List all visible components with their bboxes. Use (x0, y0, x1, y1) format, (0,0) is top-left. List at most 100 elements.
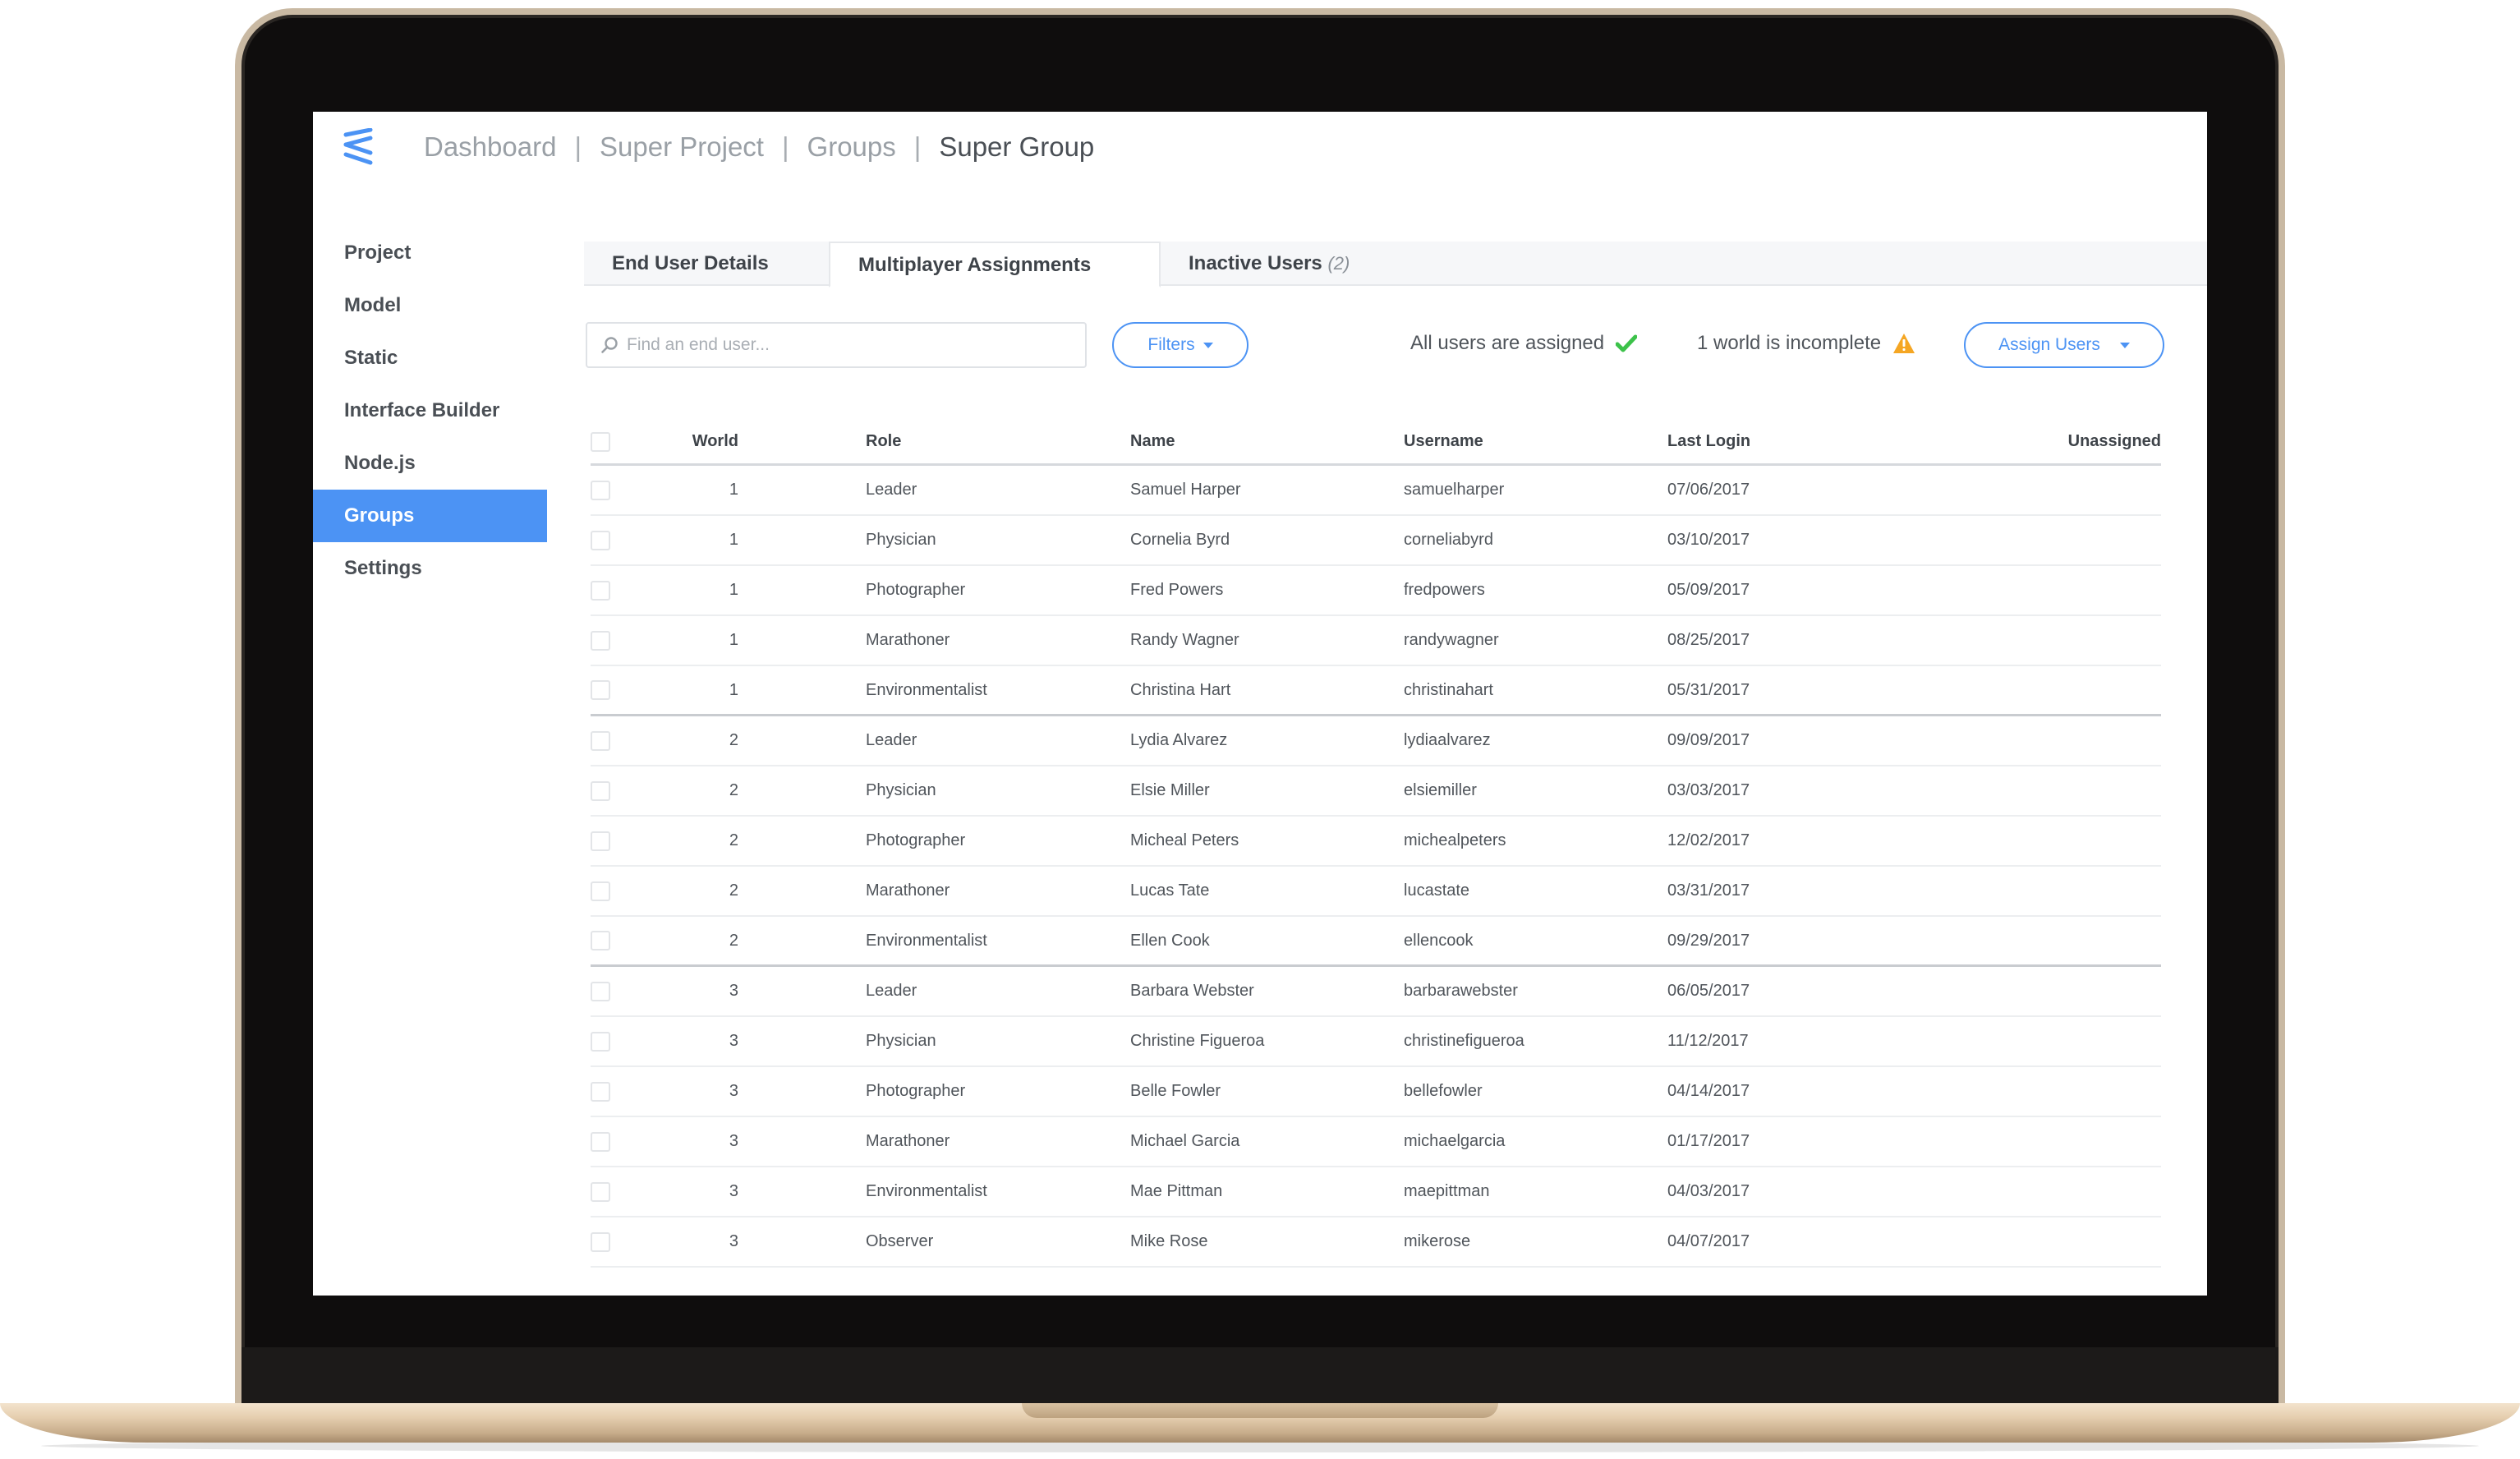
sidebar-item-model[interactable]: Model (313, 279, 547, 332)
tab-multiplayer-assignments[interactable]: Multiplayer Assignments (829, 242, 1161, 288)
row-checkbox[interactable] (591, 780, 610, 801)
cell-username: randywagner (1404, 631, 1499, 649)
column-header-role[interactable]: Role (866, 420, 901, 463)
table-row[interactable]: 3 Marathoner Michael Garcia michaelgarcia 01… (591, 1117, 2161, 1167)
sidebar: Project Model Static Interface Builder N… (313, 227, 547, 595)
cell-role: Marathoner (866, 1132, 950, 1150)
cell-role: Leader (866, 731, 917, 749)
sidebar-item-groups[interactable]: Groups (313, 490, 547, 542)
row-checkbox-cell (591, 766, 610, 815)
column-header-last-login[interactable]: Last Login (1667, 420, 1750, 463)
cell-world: 2 (729, 781, 738, 799)
row-checkbox[interactable] (591, 630, 610, 651)
column-header-username[interactable]: Username (1404, 420, 1483, 463)
row-checkbox[interactable] (591, 580, 610, 601)
cell-username: samuelharper (1404, 481, 1505, 499)
search-input[interactable] (627, 335, 1070, 355)
cell-role: Photographer (866, 1082, 966, 1100)
sidebar-item-nodejs[interactable]: Node.js (313, 437, 547, 490)
cell-name: Lydia Alvarez (1130, 731, 1228, 749)
cell-name: Mae Pittman (1130, 1182, 1223, 1200)
cell-name: Micheal Peters (1130, 831, 1239, 849)
cell-name: Fred Powers (1130, 581, 1224, 599)
cell-username: barbarawebster (1404, 982, 1518, 1000)
cell-role: Marathoner (866, 881, 950, 900)
cell-last-login: 06/05/2017 (1667, 982, 1750, 1000)
row-checkbox-cell (591, 967, 610, 1015)
row-checkbox[interactable] (591, 680, 610, 700)
row-checkbox[interactable] (591, 530, 610, 550)
cell-role: Photographer (866, 581, 966, 599)
row-checkbox-cell (591, 1117, 610, 1166)
column-header-world[interactable]: World (664, 420, 738, 463)
row-checkbox[interactable] (591, 1031, 610, 1052)
table-row[interactable]: 1 Environmentalist Christina Hart christina… (591, 666, 2161, 716)
breadcrumb-dashboard[interactable]: Dashboard (424, 131, 556, 163)
table-row[interactable]: 2 Photographer Micheal Peters michealpeters… (591, 817, 2161, 867)
row-checkbox[interactable] (591, 1181, 610, 1202)
tab-label: End User Details (612, 252, 769, 274)
cell-name: Lucas Tate (1130, 881, 1210, 900)
table-row[interactable]: 3 Environmentalist Mae Pittman maepittman 04… (591, 1167, 2161, 1217)
sidebar-item-static[interactable]: Static (313, 332, 547, 384)
row-checkbox[interactable] (591, 480, 610, 500)
row-checkbox[interactable] (591, 1081, 610, 1102)
table-row[interactable]: 1 Marathoner Randy Wagner randywagner 08/25/… (591, 616, 2161, 666)
table-row[interactable]: 3 Leader Barbara Webster barbarawebster 06/0… (591, 967, 2161, 1017)
top-bar: Dashboard | Super Project | Groups | Sup… (313, 112, 2207, 202)
filters-button[interactable]: Filters (1112, 322, 1249, 368)
breadcrumb-groups[interactable]: Groups (807, 131, 896, 163)
sidebar-item-settings[interactable]: Settings (313, 542, 547, 595)
row-checkbox-cell (591, 1217, 610, 1266)
table-row[interactable]: 2 Leader Lydia Alvarez lydiaalvarez 09/09/20… (591, 716, 2161, 766)
row-checkbox[interactable] (591, 981, 610, 1001)
row-checkbox-cell (591, 716, 610, 765)
row-checkbox-cell (591, 566, 610, 614)
table-row[interactable]: 1 Photographer Fred Powers fredpowers 05/09/… (591, 566, 2161, 616)
row-checkbox[interactable] (591, 931, 610, 950)
table-row[interactable]: 2 Physician Elsie Miller elsiemiller 03/03/2… (591, 766, 2161, 817)
cell-world: 1 (729, 531, 738, 549)
row-checkbox[interactable] (591, 831, 610, 851)
cell-world: 3 (729, 1232, 738, 1250)
breadcrumb-separator: | (913, 131, 922, 162)
row-checkbox[interactable] (591, 730, 610, 751)
cell-last-login: 12/02/2017 (1667, 831, 1750, 849)
table-row[interactable]: 1 Leader Samuel Harper samuelharper 07/06/20… (591, 466, 2161, 516)
tab-inactive-users[interactable]: Inactive Users (2) (1189, 242, 1350, 286)
row-checkbox-cell (591, 616, 610, 665)
table-row[interactable]: 1 Physician Cornelia Byrd corneliabyrd 03/10… (591, 516, 2161, 566)
select-all-checkbox[interactable] (591, 431, 610, 452)
search-box[interactable] (586, 322, 1087, 368)
row-checkbox-cell (591, 1017, 610, 1065)
sidebar-item-project[interactable]: Project (313, 227, 547, 279)
sidebar-item-interface-builder[interactable]: Interface Builder (313, 384, 547, 437)
row-checkbox[interactable] (591, 1231, 610, 1252)
cell-name: Christine Figueroa (1130, 1032, 1265, 1050)
breadcrumb-separator: | (781, 131, 789, 162)
cell-last-login: 05/31/2017 (1667, 680, 1750, 699)
cell-world: 1 (729, 581, 738, 599)
cell-world: 1 (729, 631, 738, 649)
column-header-unassigned[interactable]: Unassigned (2068, 420, 2161, 463)
tab-end-user-details[interactable]: End User Details (612, 242, 769, 286)
table-row[interactable]: 3 Physician Christine Figueroa christinefig… (591, 1017, 2161, 1067)
tab-bar: End User Details Multiplayer Assignments… (584, 242, 2207, 288)
cell-username: fredpowers (1404, 581, 1485, 599)
column-header-name[interactable]: Name (1130, 420, 1175, 463)
table-row[interactable]: 3 Observer Mike Rose mikerose 04/07/2017 (591, 1217, 2161, 1268)
app-logo-icon[interactable] (343, 128, 375, 168)
cell-username: christinefigueroa (1404, 1032, 1524, 1050)
breadcrumb-super-project[interactable]: Super Project (600, 131, 764, 163)
table-row[interactable]: 2 Marathoner Lucas Tate lucastate 03/31/2017 (591, 867, 2161, 917)
table-row[interactable]: 2 Environmentalist Ellen Cook ellencook 09/2… (591, 917, 2161, 967)
table-row[interactable]: 3 Photographer Belle Fowler bellefowler 04/1… (591, 1067, 2161, 1117)
cell-role: Leader (866, 982, 917, 1000)
assign-users-button[interactable]: Assign Users (1964, 322, 2164, 368)
row-checkbox[interactable] (591, 881, 610, 901)
status-assigned-text: All users are assigned (1410, 332, 1605, 354)
cell-world: 2 (729, 731, 738, 749)
row-checkbox[interactable] (591, 1131, 610, 1152)
cell-username: lucastate (1404, 881, 1470, 900)
tab-label: Inactive Users (1189, 252, 1322, 274)
